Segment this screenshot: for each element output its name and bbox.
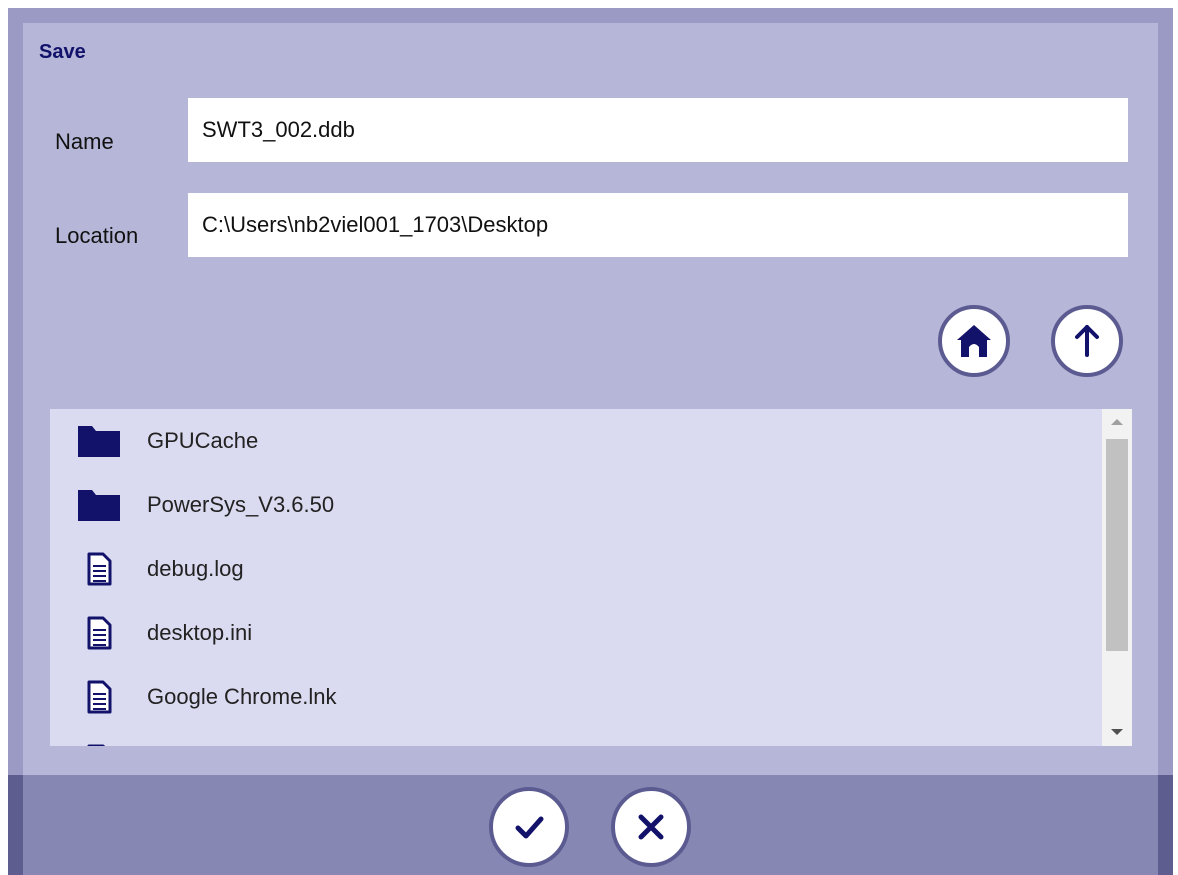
scroll-down-arrow[interactable] bbox=[1111, 729, 1123, 735]
list-item[interactable]: desktop.ini bbox=[50, 601, 1102, 665]
footer-edge-right bbox=[1158, 775, 1173, 875]
arrow-up-icon bbox=[1075, 325, 1099, 357]
name-input[interactable] bbox=[188, 98, 1128, 162]
location-label: Location bbox=[55, 223, 139, 248]
list-item-label: debug.log bbox=[147, 556, 244, 581]
dialog-footer bbox=[8, 775, 1173, 875]
dialog-title: Save bbox=[39, 41, 86, 63]
list-item[interactable]: PowerSys_V3.6.50 bbox=[50, 473, 1102, 537]
file-icon bbox=[74, 549, 124, 589]
list-item-label: PowerSys_V3.6.50 bbox=[147, 492, 335, 517]
list-item[interactable]: GPUCache bbox=[50, 409, 1102, 473]
file-icon bbox=[74, 741, 124, 746]
home-button[interactable] bbox=[938, 305, 1010, 377]
footer-edge-left bbox=[8, 775, 23, 875]
location-input[interactable] bbox=[188, 193, 1128, 257]
list-item-label: GPUCache bbox=[147, 428, 259, 453]
list-item-label: Google Chrome.lnk bbox=[147, 684, 337, 709]
confirm-button[interactable] bbox=[489, 787, 569, 867]
dialog-body: Save Name Location bbox=[23, 23, 1158, 775]
checkmark-icon bbox=[515, 816, 544, 839]
scrollbar[interactable] bbox=[1102, 409, 1132, 746]
list-item-label: desktop.ini bbox=[147, 620, 253, 645]
file-icon bbox=[74, 613, 124, 653]
up-button[interactable] bbox=[1051, 305, 1123, 377]
close-icon bbox=[638, 814, 664, 840]
folder-icon bbox=[74, 421, 124, 461]
scroll-up-arrow[interactable] bbox=[1111, 419, 1123, 425]
file-list[interactable]: GPUCache PowerSys_V3.6.50 debug.log desk… bbox=[50, 409, 1132, 746]
scroll-thumb[interactable] bbox=[1106, 439, 1128, 651]
list-item[interactable]: Google Chrome.lnk bbox=[50, 665, 1102, 729]
file-icon bbox=[74, 677, 124, 717]
list-item[interactable]: debug.log bbox=[50, 537, 1102, 601]
cancel-button[interactable] bbox=[611, 787, 691, 867]
save-dialog: Save Name Location bbox=[8, 8, 1173, 875]
name-label: Name bbox=[55, 129, 114, 154]
folder-icon bbox=[74, 485, 124, 525]
home-icon bbox=[957, 325, 991, 357]
list-item[interactable] bbox=[50, 729, 1102, 746]
